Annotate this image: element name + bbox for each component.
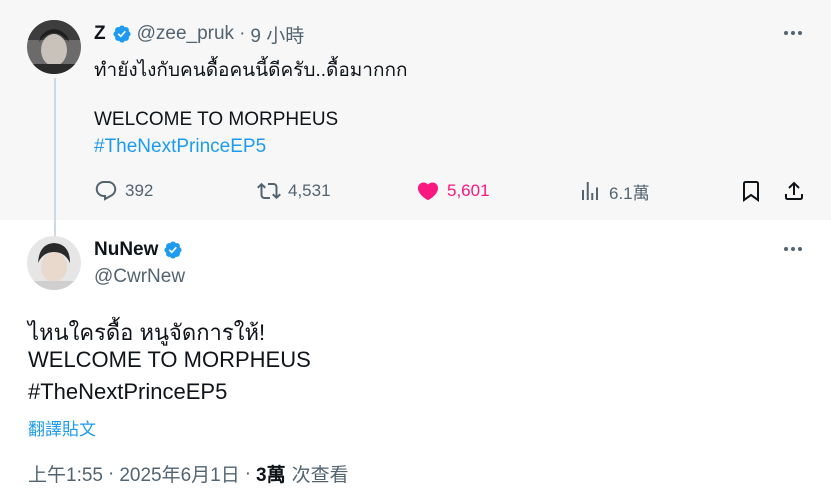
hashtag-link[interactable]: #TheNextPrinceEP5: [28, 379, 227, 405]
separator-dot: ·: [107, 462, 115, 484]
reply-button[interactable]: 392: [94, 178, 153, 204]
bookmark-button[interactable]: [739, 178, 763, 204]
verified-badge-icon: [112, 24, 132, 44]
more-icon[interactable]: [782, 238, 804, 260]
hashtag-link[interactable]: #TheNextPrinceEP5: [94, 136, 266, 158]
tweet-text-line: ทำยังไงกับคนดื้อคนนี้ดีครับ..ดื้อมากกก: [94, 60, 408, 81]
views-count: 3萬: [256, 465, 286, 486]
retweet-icon: [257, 182, 281, 200]
tweet-text-line: WELCOME TO MORPHEUS: [94, 109, 339, 130]
share-button[interactable]: [782, 178, 806, 204]
retweet-count: 4,531: [288, 181, 331, 200]
bookmark-icon: [743, 181, 759, 202]
views-label: 次查看: [291, 465, 349, 486]
views-icon: [582, 182, 598, 200]
display-name[interactable]: NuNew: [94, 239, 158, 261]
avatar[interactable]: [27, 236, 81, 290]
more-icon[interactable]: [782, 22, 804, 44]
separator-dot: ·: [239, 23, 246, 44]
translate-post-link[interactable]: 翻譯貼文: [28, 415, 96, 440]
views-count: 6.1萬: [609, 183, 650, 203]
avatar[interactable]: [27, 20, 81, 74]
tweet-text-line: WELCOME TO MORPHEUS: [28, 347, 311, 372]
like-count: 5,601: [447, 181, 490, 200]
post-time[interactable]: 上午1:55: [28, 460, 103, 487]
like-button[interactable]: 5,601: [416, 178, 490, 204]
reply-icon: [95, 181, 117, 201]
parent-tweet[interactable]: Z @zee_pruk · 9 小時 ทำยังไงกับคนดื้อคนนี้…: [0, 0, 831, 244]
verified-badge-icon: [163, 240, 183, 260]
post-time[interactable]: 9 小時: [250, 21, 304, 48]
user-handle[interactable]: @zee_pruk: [137, 23, 234, 45]
retweet-button[interactable]: 4,531: [257, 178, 331, 204]
tweet-header: Z @zee_pruk · 9 小時: [94, 21, 304, 48]
tweet-text-line: ไหนใครดื้อ หนูจัดการให้!: [28, 320, 266, 345]
reply-count: 392: [125, 181, 154, 200]
share-icon: [785, 181, 803, 200]
post-meta: 上午1:55 · 2025年6月1日 · 3萬 次查看: [28, 460, 349, 487]
separator-dot: ·: [244, 462, 252, 484]
tweet-actions: 392 4,531 5,601 6.1萬: [94, 178, 814, 204]
display-name-row: NuNew: [94, 237, 188, 263]
heart-icon: [417, 182, 439, 201]
thread-connector-line: [54, 78, 56, 244]
views-button[interactable]: 6.1萬: [578, 178, 650, 204]
user-handle[interactable]: @CwrNew: [94, 266, 185, 288]
post-date[interactable]: 2025年6月1日: [119, 460, 239, 487]
display-name[interactable]: Z: [94, 23, 106, 45]
